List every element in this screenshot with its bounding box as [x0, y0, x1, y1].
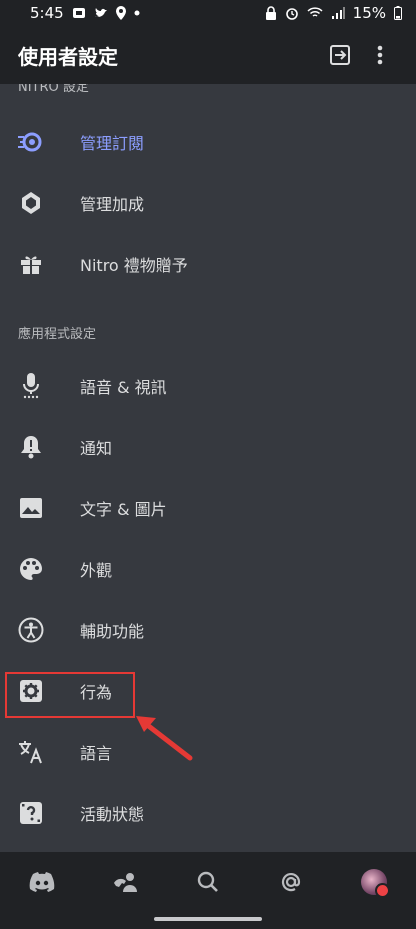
- battery-icon: [394, 6, 402, 20]
- bottom-nav: [0, 852, 416, 912]
- settings-item-manage-boost[interactable]: 管理加成: [0, 173, 416, 233]
- nav-mentions-button[interactable]: [269, 860, 313, 904]
- logout-button[interactable]: [320, 35, 360, 75]
- signal-icon: [331, 7, 345, 19]
- translate-icon: [18, 739, 44, 765]
- settings-item-label: 外觀: [80, 561, 113, 580]
- annotation-highlight-box: [5, 672, 135, 718]
- settings-item-label: 語音 & 視訊: [80, 378, 167, 397]
- settings-item-text-images[interactable]: 文字 & 圖片: [0, 478, 416, 538]
- section-header-app: 應用程式設定: [18, 327, 97, 342]
- lock-icon: [265, 6, 277, 20]
- status-time: 5:45: [30, 4, 64, 22]
- section-header-nitro: NITRO 設定: [18, 84, 89, 95]
- accessibility-icon: [18, 617, 44, 643]
- annotation-arrow: [136, 716, 193, 761]
- nitro-subscription-icon: [18, 129, 44, 155]
- battery-percent: 15%: [352, 4, 386, 22]
- status-bar: 5:45 15%: [0, 0, 416, 26]
- settings-list[interactable]: NITRO 設定 管理訂閱 管理加成 Nitro 禮物贈予 應用程式設定 語音 …: [0, 84, 416, 852]
- search-icon: [197, 871, 218, 892]
- activity-icon: [18, 800, 44, 826]
- image-icon: [18, 495, 44, 521]
- dot-icon: [134, 10, 140, 16]
- settings-item-label: 語言: [80, 744, 113, 763]
- palette-icon: [18, 556, 44, 582]
- discord-icon: [29, 872, 54, 892]
- dnd-status-badge: [375, 883, 391, 898]
- gesture-bar: [0, 912, 416, 929]
- settings-item-accessibility[interactable]: 輔助功能: [0, 600, 416, 660]
- settings-item-language[interactable]: 語言: [0, 722, 416, 782]
- logout-icon: [330, 45, 350, 65]
- avatar: [361, 869, 391, 898]
- settings-item-label: 活動狀態: [80, 805, 145, 824]
- notification-icon: [72, 6, 86, 20]
- friends-icon: [113, 873, 137, 892]
- wifi-icon: [307, 7, 323, 19]
- settings-item-manage-subscription[interactable]: 管理訂閱: [0, 112, 416, 172]
- settings-item-label: 管理加成: [80, 195, 145, 214]
- settings-item-label: 通知: [80, 439, 113, 458]
- settings-item-label: 輔助功能: [80, 622, 145, 641]
- alarm-icon: [285, 6, 299, 20]
- app-bar: 使用者設定: [0, 26, 416, 84]
- home-indicator[interactable]: [154, 917, 262, 921]
- settings-item-voice-video[interactable]: 語音 & 視訊: [0, 356, 416, 416]
- page-title: 使用者設定: [18, 44, 118, 69]
- twitter-icon: [94, 7, 108, 19]
- location-icon: [115, 6, 126, 20]
- settings-item-label: Nitro 禮物贈予: [80, 256, 188, 275]
- settings-item-label: 文字 & 圖片: [80, 500, 167, 519]
- settings-item-appearance[interactable]: 外觀: [0, 539, 416, 599]
- more-vertical-icon: [377, 45, 383, 65]
- settings-item-notifications[interactable]: 通知: [0, 417, 416, 477]
- nav-search-button[interactable]: [186, 860, 230, 904]
- gift-icon: [18, 251, 44, 277]
- server-boost-icon: [18, 190, 44, 216]
- bell-icon: [18, 434, 44, 460]
- settings-item-nitro-gift[interactable]: Nitro 禮物贈予: [0, 234, 416, 294]
- mention-icon: [282, 873, 301, 892]
- settings-item-label: 管理訂閱: [80, 134, 145, 153]
- more-options-button[interactable]: [360, 35, 400, 75]
- settings-item-activity-status[interactable]: 活動狀態: [0, 783, 416, 843]
- microphone-icon: [18, 373, 44, 399]
- nav-friends-button[interactable]: [103, 860, 147, 904]
- nav-home-button[interactable]: [20, 860, 64, 904]
- nav-profile-button[interactable]: [352, 860, 396, 904]
